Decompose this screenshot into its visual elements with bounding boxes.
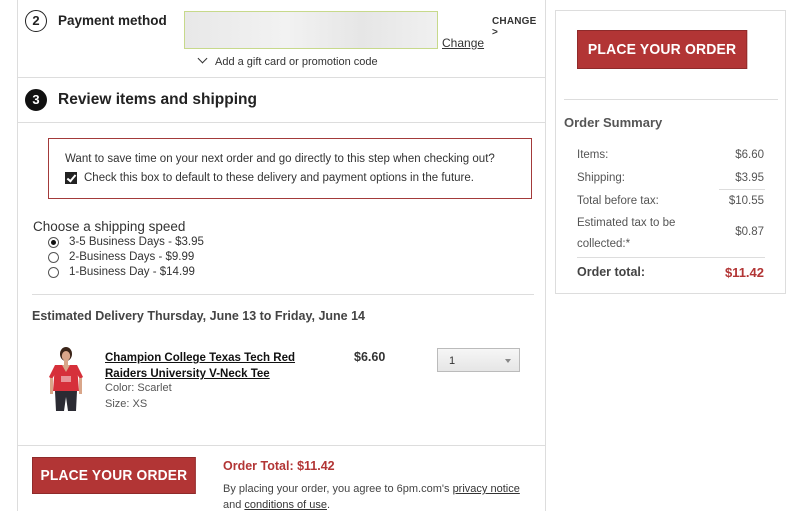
review-items-section-header: 3 Review items and shipping <box>18 79 545 123</box>
default-options-checkbox-label[interactable]: Check this box to default to these deliv… <box>84 172 474 184</box>
order-agreement-text: By placing your order, you agree to 6pm.… <box>223 481 523 511</box>
gift-card-promo-label: Add a gift card or promotion code <box>215 56 378 68</box>
dropdown-arrow-icon <box>505 359 511 363</box>
shipping-option-label[interactable]: 1-Business Day - $14.99 <box>69 266 195 278</box>
estimated-delivery: Estimated Delivery Thursday, June 13 to … <box>32 309 365 323</box>
summary-divider <box>564 99 778 100</box>
checkout-main-column: 2 Payment method Change CHANGE > Add a g… <box>17 0 546 511</box>
product-name-link[interactable]: Champion College Texas Tech Red Raiders … <box>105 350 335 382</box>
summary-tax-value: $0.87 <box>735 226 764 238</box>
agreement-prefix: By placing your order, you agree to 6pm.… <box>223 483 453 495</box>
place-order-button-bottom[interactable]: PLACE YOUR ORDER <box>32 457 196 494</box>
step-3-badge: 3 <box>25 89 47 111</box>
quantity-value: 1 <box>449 355 456 367</box>
shipping-radio-3-5-days[interactable] <box>48 237 59 248</box>
payment-change-link[interactable]: Change <box>442 36 484 50</box>
agreement-suffix: . <box>326 499 331 511</box>
product-size: Size: XS <box>105 398 148 410</box>
save-time-question: Want to save time on your next order and… <box>65 153 495 165</box>
section-divider <box>18 445 545 446</box>
shipping-radio-2-days[interactable] <box>48 252 59 263</box>
summary-tax-label: Estimated tax to be collected:* <box>577 217 676 250</box>
payment-method-section: 2 Payment method Change CHANGE > Add a g… <box>18 0 545 78</box>
summary-order-total-value: $11.42 <box>724 265 764 280</box>
privacy-notice-link[interactable]: privacy notice <box>453 483 520 495</box>
payment-change-top-link[interactable]: CHANGE > <box>492 16 545 38</box>
summary-before-tax-value: $10.55 <box>728 195 764 207</box>
summary-shipping-label: Shipping: <box>577 172 625 184</box>
conditions-of-use-link[interactable]: conditions of use <box>244 499 327 511</box>
summary-items-label: Items: <box>577 149 609 161</box>
payment-method-field[interactable] <box>184 11 438 49</box>
section-divider <box>32 294 534 295</box>
summary-shipping-value: $3.95 <box>735 172 764 184</box>
save-default-options-box: Want to save time on your next order and… <box>48 138 532 199</box>
red-vneck-tee-model-icon[interactable] <box>46 345 86 415</box>
default-options-checkbox[interactable] <box>65 172 77 184</box>
payment-method-title: Payment method <box>58 13 167 28</box>
product-price: $6.60 <box>354 350 386 364</box>
product-color: Color: Scarlet <box>105 382 172 394</box>
order-total-bottom: Order Total: $11.42 <box>223 459 335 473</box>
shipping-option-label[interactable]: 3-5 Business Days - $3.95 <box>69 236 204 248</box>
order-summary-title: Order Summary <box>564 115 663 130</box>
gift-card-promo-toggle[interactable]: Add a gift card or promotion code <box>197 53 378 68</box>
agreement-and: and <box>223 499 245 511</box>
place-order-button-top[interactable]: PLACE YOUR ORDER <box>577 30 748 69</box>
shipping-option-label[interactable]: 2-Business Days - $9.99 <box>69 251 194 263</box>
summary-total-divider <box>577 257 765 258</box>
review-items-title: Review items and shipping <box>58 91 257 108</box>
summary-subtotal-rule <box>719 189 765 190</box>
order-summary-panel: PLACE YOUR ORDER Order Summary Items: $6… <box>555 10 786 294</box>
shipping-radio-1-day[interactable] <box>48 267 59 278</box>
chevron-down-icon <box>197 53 208 64</box>
summary-items-value: $6.60 <box>735 149 764 161</box>
summary-before-tax-label: Total before tax: <box>577 195 659 207</box>
quantity-select[interactable]: 1 <box>437 348 520 372</box>
step-2-badge: 2 <box>25 10 47 32</box>
summary-order-total-label: Order total: <box>577 265 646 279</box>
shipping-speed-title: Choose a shipping speed <box>33 219 186 234</box>
